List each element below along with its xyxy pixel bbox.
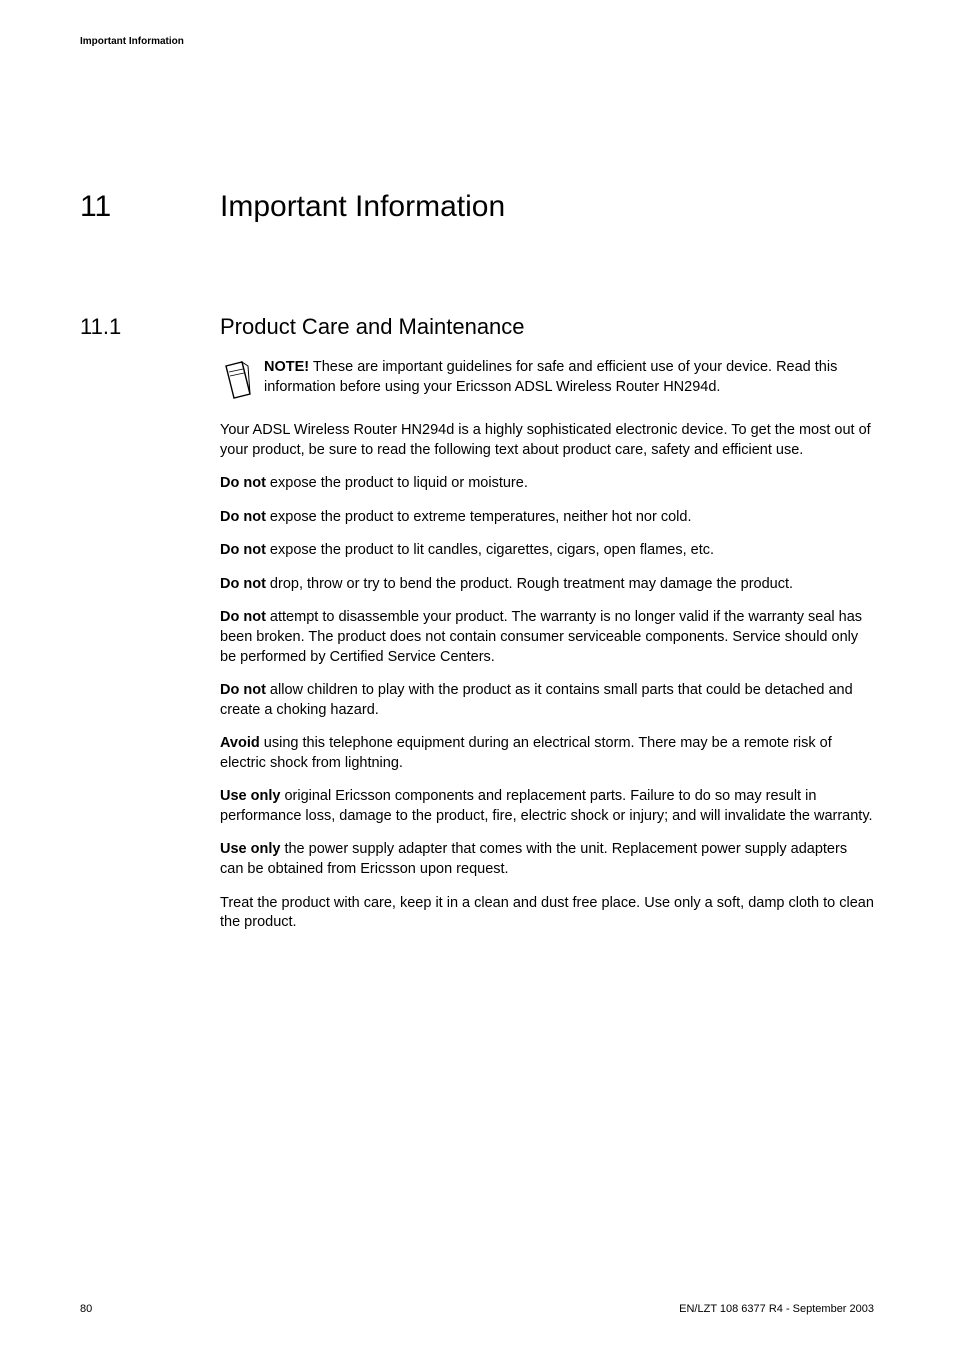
- document-id: EN/LZT 108 6377 R4 - September 2003: [679, 1303, 874, 1315]
- page-number: 80: [80, 1303, 92, 1315]
- note-block: NOTE! These are important guidelines for…: [220, 358, 874, 407]
- section-heading: 11.1 Product Care and Maintenance: [80, 314, 874, 340]
- chapter-number: 11: [80, 190, 220, 224]
- paragraph-rest: drop, throw or try to bend the product. …: [266, 576, 793, 592]
- paragraph-use-only-adapter: Use only the power supply adapter that c…: [220, 840, 874, 879]
- lead-bold: Use only: [220, 788, 280, 804]
- paragraph-rest: expose the product to liquid or moisture…: [266, 475, 528, 491]
- lead-bold: Do not: [220, 576, 266, 592]
- paragraph-do-not-disassemble: Do not attempt to disassemble your produ…: [220, 608, 874, 667]
- note-body: These are important guidelines for safe …: [264, 359, 837, 395]
- chapter-title: Important Information: [220, 190, 505, 224]
- note-label: NOTE!: [264, 359, 309, 375]
- lead-bold: Do not: [220, 609, 266, 625]
- paragraph-do-not-drop: Do not drop, throw or try to bend the pr…: [220, 575, 874, 595]
- paragraph-do-not-flames: Do not expose the product to lit candles…: [220, 541, 874, 561]
- paragraph-rest: the power supply adapter that comes with…: [220, 841, 847, 877]
- paragraph-do-not-liquid: Do not expose the product to liquid or m…: [220, 474, 874, 494]
- page-footer: 80 EN/LZT 108 6377 R4 - September 2003: [80, 1303, 874, 1315]
- section-title: Product Care and Maintenance: [220, 314, 525, 340]
- intro-paragraph: Your ADSL Wireless Router HN294d is a hi…: [220, 421, 874, 460]
- paragraph-rest: attempt to disassemble your product. The…: [220, 609, 862, 664]
- running-header: Important Information: [80, 36, 184, 47]
- paragraph-avoid-storm: Avoid using this telephone equipment dur…: [220, 734, 874, 773]
- lead-bold: Do not: [220, 682, 266, 698]
- lead-bold: Do not: [220, 475, 266, 491]
- paragraph-care: Treat the product with care, keep it in …: [220, 894, 874, 933]
- paragraph-do-not-temp: Do not expose the product to extreme tem…: [220, 508, 874, 528]
- paragraph-rest: using this telephone equipment during an…: [220, 735, 832, 771]
- lead-bold: Do not: [220, 509, 266, 525]
- paragraph-rest: expose the product to extreme temperatur…: [266, 509, 692, 525]
- section-number: 11.1: [80, 314, 220, 340]
- paragraph-do-not-children: Do not allow children to play with the p…: [220, 681, 874, 720]
- paragraph-rest: allow children to play with the product …: [220, 682, 853, 718]
- note-icon: [220, 360, 254, 407]
- paragraph-rest: original Ericsson components and replace…: [220, 788, 873, 824]
- note-text: NOTE! These are important guidelines for…: [264, 358, 874, 397]
- paragraph-rest: expose the product to lit candles, cigar…: [266, 542, 714, 558]
- paragraph-use-only-parts: Use only original Ericsson components an…: [220, 787, 874, 826]
- lead-bold: Use only: [220, 841, 280, 857]
- chapter-heading: 11 Important Information: [80, 190, 874, 224]
- lead-bold: Do not: [220, 542, 266, 558]
- lead-bold: Avoid: [220, 735, 260, 751]
